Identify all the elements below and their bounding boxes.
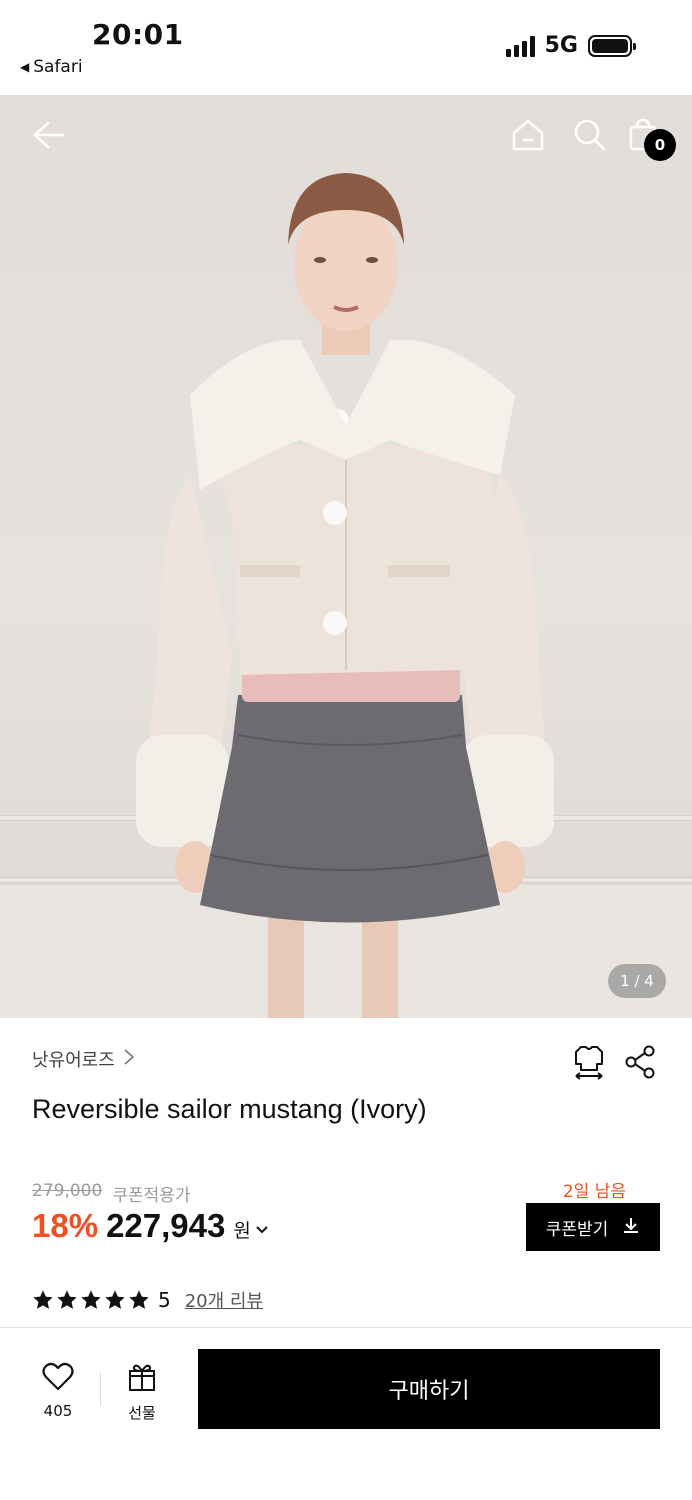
price-row[interactable]: 18% 227,943 원	[32, 1207, 269, 1245]
currency-toggle[interactable]: 원	[233, 1216, 268, 1243]
back-to-app-link[interactable]: ◀ Safari	[20, 57, 83, 77]
brand-link[interactable]: 낫유어로즈	[32, 1046, 135, 1072]
product-image-gallery[interactable]: 0 1 / 4	[0, 95, 692, 1018]
back-app-label: Safari	[33, 57, 83, 77]
network-label: 5G	[544, 33, 578, 58]
gift-icon	[127, 1362, 157, 1396]
original-price-row: 279,000 쿠폰적용가	[32, 1181, 191, 1206]
status-bar: 20:01 ◀ Safari 5G	[0, 0, 692, 95]
signal-icon	[505, 35, 535, 57]
search-icon[interactable]	[572, 117, 608, 157]
status-indicators: 5G	[505, 33, 636, 58]
product-actions	[572, 1044, 656, 1084]
image-page-indicator: 1 / 4	[608, 964, 666, 998]
like-button[interactable]: 405	[28, 1362, 88, 1422]
rating-row: 5 20개 리뷰	[32, 1287, 263, 1313]
discount-rate: 18%	[32, 1207, 99, 1244]
rating-score: 5	[158, 1288, 171, 1312]
gift-label: 선물	[128, 1404, 156, 1422]
rating-stars	[32, 1289, 150, 1311]
back-arrow-icon[interactable]	[30, 119, 66, 155]
coupon-button-label: 쿠폰받기	[545, 1219, 609, 1239]
coupon-price-label: 쿠폰적용가	[112, 1186, 191, 1206]
cart-count-badge: 0	[644, 129, 676, 161]
divider	[100, 1372, 101, 1406]
status-time: 20:01	[92, 18, 184, 51]
buy-button[interactable]: 구매하기	[198, 1349, 660, 1429]
chevron-right-icon	[123, 1048, 135, 1071]
share-icon[interactable]	[624, 1044, 656, 1084]
size-guide-icon[interactable]	[572, 1044, 606, 1084]
sale-price: 227,943	[106, 1207, 226, 1244]
brand-name: 낫유어로즈	[32, 1050, 115, 1071]
heart-icon	[42, 1362, 74, 1396]
like-count: 405	[43, 1402, 73, 1420]
star-icon	[105, 1290, 125, 1309]
star-icon	[129, 1290, 149, 1309]
star-icon	[33, 1290, 53, 1309]
star-icon	[57, 1290, 77, 1309]
coupon-download-button[interactable]: 쿠폰받기	[526, 1203, 660, 1251]
home-icon[interactable]	[510, 117, 546, 157]
coupon-days-left: 2일 남음	[562, 1182, 626, 1202]
gift-button[interactable]: 선물	[112, 1362, 172, 1422]
star-icon	[81, 1290, 101, 1309]
back-triangle-icon: ◀	[20, 60, 30, 74]
original-price: 279,000	[32, 1181, 103, 1201]
currency-label: 원	[233, 1221, 251, 1242]
chevron-down-icon	[255, 1219, 269, 1241]
battery-icon	[588, 34, 636, 57]
product-photo	[136, 173, 554, 1018]
download-icon	[622, 1216, 640, 1239]
review-count-link[interactable]: 20개 리뷰	[185, 1287, 263, 1313]
divider	[0, 1327, 692, 1328]
product-title: Reversible sailor mustang (Ivory)	[32, 1094, 427, 1124]
